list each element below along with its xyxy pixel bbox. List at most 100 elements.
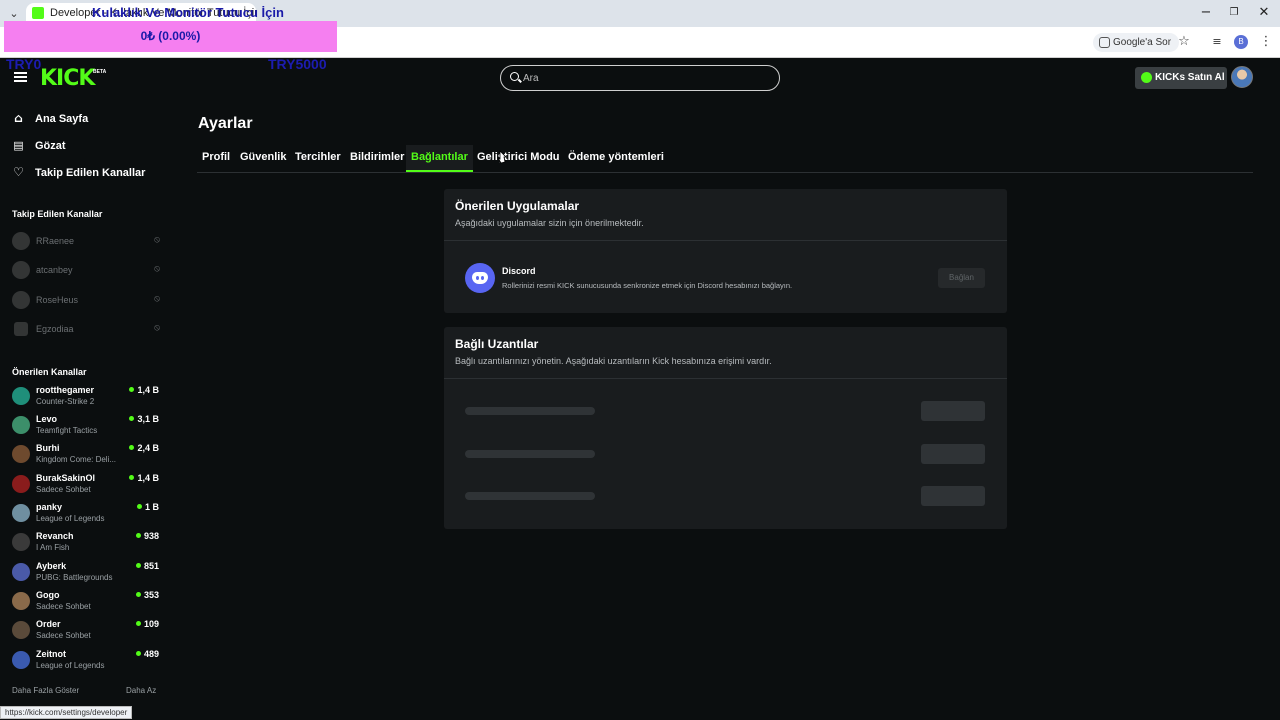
sidebar-item-label: Gözat: [35, 140, 66, 152]
channel-name: Gogo: [36, 590, 60, 600]
viewer-count: 353: [135, 590, 159, 600]
channel-name: BurakSakinOl: [36, 473, 96, 483]
loading-skeleton-line: [465, 450, 595, 458]
browser-menu-icon[interactable]: ⋮: [1257, 33, 1275, 51]
browser-profile-avatar[interactable]: B: [1234, 35, 1248, 49]
channel-category: Counter-Strike 2: [36, 397, 95, 406]
recommended-apps-card: Önerilen Uygulamalar Aşağıdaki uygulamal…: [444, 189, 1007, 313]
kick-logo[interactable]: KICK: [40, 66, 95, 91]
avatar: [12, 232, 30, 250]
channel-category: Sadece Sohbet: [36, 602, 91, 611]
channel-name: rootthegamer: [36, 385, 95, 395]
tab-profile[interactable]: Profil: [197, 145, 235, 172]
recommended-channel[interactable]: Gogo Sadece Sohbet 353: [12, 589, 160, 615]
google-sor-button[interactable]: Google'a Sor: [1093, 33, 1180, 52]
card-subtitle: Aşağıdaki uygulamalar sizin için önerilm…: [455, 218, 644, 228]
tab-connections[interactable]: Bağlantılar: [406, 145, 473, 172]
restore-icon[interactable]: ❐: [1224, 4, 1244, 22]
channel-category: PUBG: Battlegrounds: [36, 573, 113, 582]
home-icon: ⌂: [14, 111, 23, 125]
followed-channel[interactable]: atcanbey ⦸: [12, 261, 160, 279]
viewer-count-value: 1 B: [144, 502, 159, 512]
divider: [444, 378, 1007, 379]
connected-extensions-card: Bağlı Uzantılar Bağlı uzantılarınızı yön…: [444, 327, 1007, 529]
recommended-channel[interactable]: panky League of Legends 1 B: [12, 501, 160, 527]
recommended-channel[interactable]: Revanch I Am Fish 938: [12, 530, 160, 556]
sidebar-item-home[interactable]: ⌂ Ana Sayfa: [12, 110, 88, 128]
followed-channels-title: Takip Edilen Kanallar: [12, 209, 103, 219]
viewer-count-value: 851: [143, 561, 159, 571]
hamburger-menu-icon[interactable]: [14, 72, 27, 82]
user-avatar[interactable]: [1231, 66, 1253, 88]
google-sor-label: Google'a Sor: [1113, 37, 1172, 48]
sidebar: ⌂ Ana Sayfa ▤ Gözat ♡ Takip Edilen Kanal…: [0, 100, 170, 720]
viewer-count: 109: [135, 619, 159, 629]
kick-favicon-icon: [32, 7, 44, 19]
live-dot-icon: [135, 533, 141, 538]
viewer-count-value: 353: [143, 590, 159, 600]
avatar: [12, 475, 30, 493]
show-more-link[interactable]: Daha Fazla Göster: [12, 686, 79, 695]
recommended-channels-title: Önerilen Kanallar: [12, 367, 87, 377]
search-bar[interactable]: [500, 65, 780, 91]
channel-name: Levo: [36, 414, 58, 424]
viewer-count: 2,4 B: [129, 443, 159, 453]
avatar: [12, 387, 30, 405]
live-dot-icon: [129, 416, 135, 421]
overlay-goal-min: TRY0: [6, 56, 42, 72]
recommended-channel[interactable]: BurakSakinOl Sadece Sohbet 1,4 B: [12, 472, 160, 498]
viewer-count: 489: [135, 649, 159, 659]
tab-notifications[interactable]: Bildirimler: [345, 145, 409, 172]
show-less-link[interactable]: Daha Az: [126, 686, 156, 695]
tab-developer-mode[interactable]: Geliştirici Modu: [472, 145, 565, 172]
card-title: Önerilen Uygulamalar: [455, 199, 580, 213]
viewer-count: 938: [135, 531, 159, 541]
avatar: [12, 504, 30, 522]
recommended-channel[interactable]: Zeitnot League of Legends 489: [12, 648, 160, 674]
status-bar-url: https://kick.com/settings/developer: [0, 706, 133, 719]
tab-payment-methods[interactable]: Ödeme yöntemleri: [563, 145, 669, 172]
recommended-channel[interactable]: Burhi Kingdom Come: Deli... 2,4 B: [12, 442, 160, 468]
connect-discord-button[interactable]: Bağlan: [938, 268, 985, 288]
recommended-channel[interactable]: Order Sadece Sohbet 109: [12, 618, 160, 644]
sidebar-item-following[interactable]: ♡ Takip Edilen Kanallar: [12, 164, 145, 182]
loading-skeleton-line: [465, 407, 595, 415]
channel-name: atcanbey: [36, 265, 73, 275]
minimize-icon[interactable]: −: [1196, 4, 1216, 22]
channel-category: League of Legends: [36, 661, 105, 670]
channel-category: Sadece Sohbet: [36, 631, 91, 640]
overlay-goal-max: TRY5000: [268, 56, 327, 72]
tab-security[interactable]: Güvenlik: [235, 145, 291, 172]
channel-name: panky: [36, 502, 63, 512]
followed-channel[interactable]: RRaenee ⦸: [12, 232, 160, 250]
sidebar-item-browse[interactable]: ▤ Gözat: [12, 137, 66, 155]
followed-channel[interactable]: RoseHeus ⦸: [12, 291, 160, 309]
app-description: Rollerinizi resmi KICK sunucusunda senkr…: [502, 281, 793, 290]
channel-name: RRaenee: [36, 236, 75, 246]
channel-name: Order: [36, 619, 61, 629]
tab-search-chevron-icon[interactable]: ⌄: [6, 6, 22, 22]
loading-skeleton-button: [921, 444, 985, 464]
close-icon[interactable]: ✕: [1254, 4, 1274, 22]
recommended-channel[interactable]: Levo Teamfight Tactics 3,1 B: [12, 413, 160, 439]
live-dot-icon: [135, 621, 141, 626]
buy-kicks-button[interactable]: KICKs Satın Al: [1135, 67, 1227, 89]
offline-icon: ⦸: [154, 294, 160, 304]
viewer-count: 1,4 B: [129, 473, 159, 483]
loading-skeleton-button: [921, 486, 985, 506]
viewer-count: 851: [135, 561, 159, 571]
search-input[interactable]: [523, 69, 763, 87]
bookmark-star-icon[interactable]: ☆: [1175, 33, 1193, 51]
heart-icon: ♡: [13, 165, 24, 179]
live-dot-icon: [136, 504, 142, 509]
viewer-count-value: 3,1 B: [137, 414, 159, 424]
channel-name: Revanch: [36, 531, 74, 541]
recommended-channel[interactable]: Ayberk PUBG: Battlegrounds 851: [12, 560, 160, 586]
tab-preferences[interactable]: Tercihler: [290, 145, 346, 172]
kick-header: KICK BETA KICKs Satın Al: [0, 58, 1280, 100]
recommended-channel[interactable]: rootthegamer Counter-Strike 2 1,4 B: [12, 384, 160, 410]
media-queue-icon[interactable]: ≡: [1208, 33, 1226, 51]
followed-channel[interactable]: Egzodiaa ⦸: [12, 320, 160, 338]
viewer-count: 3,1 B: [129, 414, 159, 424]
google-lens-icon: [1099, 37, 1110, 48]
